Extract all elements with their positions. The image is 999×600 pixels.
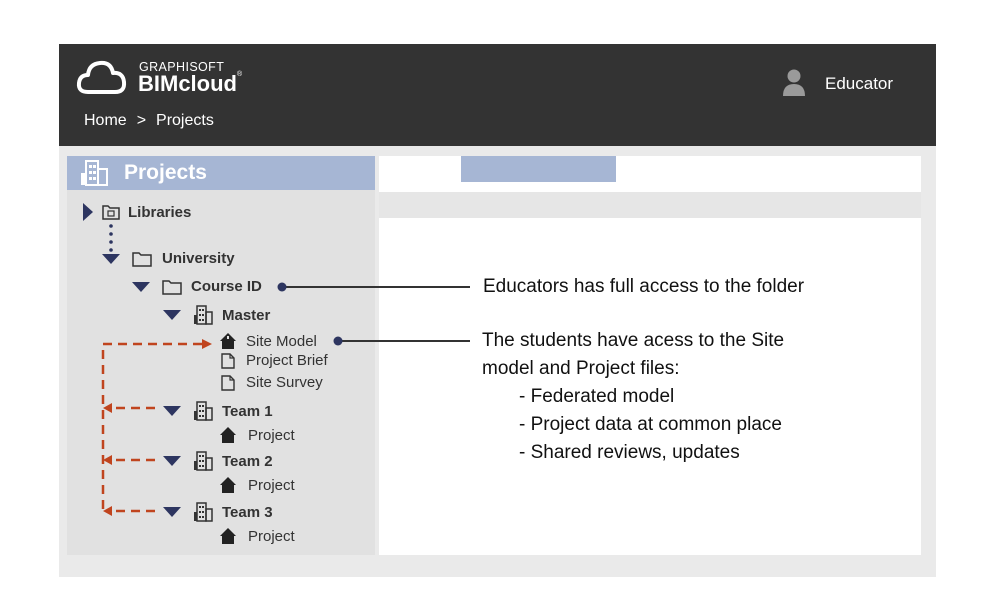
tree-item-label: University bbox=[162, 250, 235, 267]
folder-icon bbox=[132, 251, 152, 267]
benefit-item: - Project data at common place bbox=[519, 414, 782, 435]
building-icon bbox=[194, 305, 213, 325]
building-icon bbox=[194, 401, 213, 421]
educator-access-note: Educators has full access to the folder bbox=[483, 276, 805, 297]
student-note-line: model and Project files: bbox=[482, 358, 680, 379]
document-icon bbox=[221, 374, 235, 391]
student-note-line: The students have acess to the Site bbox=[482, 330, 785, 351]
tree-item-course-id[interactable]: Course ID bbox=[132, 278, 262, 295]
dot-connector bbox=[109, 224, 113, 228]
tree-item-team-1-project[interactable]: Project bbox=[219, 426, 295, 444]
tree-item-team-2-project[interactable]: Project bbox=[219, 476, 295, 494]
house-model-icon bbox=[220, 427, 236, 443]
tree-item-label: Master bbox=[222, 306, 271, 324]
tree-item-team-3-project[interactable]: Project bbox=[219, 527, 295, 545]
building-icon bbox=[194, 502, 213, 522]
building-icon bbox=[194, 451, 213, 471]
collapse-arrow-icon[interactable] bbox=[163, 406, 181, 416]
benefit-item: - Shared reviews, updates bbox=[519, 442, 740, 463]
tree-item-label: Course ID bbox=[191, 278, 262, 295]
tree-item-label: Site Model bbox=[246, 332, 317, 350]
tree-item-label: Project Brief bbox=[246, 352, 328, 369]
house-model-icon bbox=[220, 333, 236, 349]
dashed-access-arrows bbox=[101, 342, 202, 513]
tree-item-master[interactable]: Master bbox=[163, 305, 270, 325]
student-access-note: The students have acess to the Site mode… bbox=[482, 327, 784, 467]
tree-item-site-model[interactable]: Site Model bbox=[219, 332, 317, 350]
collapse-arrow-icon[interactable] bbox=[163, 310, 181, 320]
tree-item-university[interactable]: University bbox=[102, 250, 235, 267]
library-folder-icon bbox=[102, 205, 120, 220]
tree-item-label: Team 3 bbox=[222, 503, 273, 521]
benefit-list: - Federated model - Project data at comm… bbox=[482, 383, 784, 467]
tree-item-team-1[interactable]: Team 1 bbox=[163, 401, 273, 421]
tree-item-libraries[interactable]: Libraries bbox=[83, 203, 191, 221]
document-icon bbox=[221, 352, 235, 369]
house-model-icon bbox=[220, 528, 236, 544]
dashed-arrowheads bbox=[103, 339, 212, 516]
tree-item-team-2[interactable]: Team 2 bbox=[163, 451, 273, 471]
folder-icon bbox=[162, 279, 182, 295]
dot-connector bbox=[109, 232, 113, 236]
collapse-arrow-icon[interactable] bbox=[163, 507, 181, 517]
tree-item-team-3[interactable]: Team 3 bbox=[163, 502, 273, 522]
tree-item-label: Project bbox=[248, 527, 295, 545]
tree-item-label: Project bbox=[248, 426, 295, 444]
student-leader-dot bbox=[333, 336, 343, 346]
collapse-arrow-icon[interactable] bbox=[132, 281, 150, 292]
benefit-item: - Federated model bbox=[519, 386, 675, 407]
collapse-arrow-icon[interactable] bbox=[163, 456, 181, 466]
dot-connector bbox=[109, 240, 113, 244]
tree-item-label: Site Survey bbox=[246, 374, 323, 391]
collapse-arrow-icon[interactable] bbox=[102, 253, 120, 264]
tree-item-label: Team 2 bbox=[222, 452, 273, 470]
tree-item-site-survey[interactable]: Site Survey bbox=[221, 374, 323, 391]
expand-arrow-icon[interactable] bbox=[83, 203, 93, 221]
tree-item-label: Team 1 bbox=[222, 402, 273, 420]
house-model-icon bbox=[220, 477, 236, 493]
tree-item-label: Libraries bbox=[128, 203, 192, 221]
educator-leader-dot bbox=[277, 282, 287, 292]
tree-item-label: Project bbox=[248, 476, 295, 494]
tree-item-project-brief[interactable]: Project Brief bbox=[221, 352, 328, 369]
